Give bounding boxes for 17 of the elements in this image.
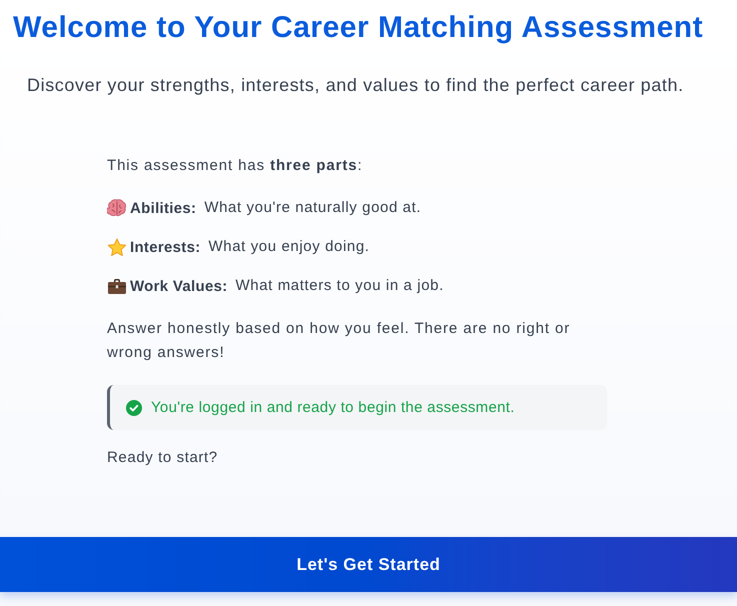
part-label: Work Values: bbox=[130, 277, 228, 297]
brain-icon bbox=[107, 199, 127, 217]
page-title: Welcome to Your Career Matching Assessment bbox=[13, 11, 704, 45]
part-label: Interests: bbox=[130, 238, 201, 258]
status-message: You're logged in and ready to begin the assessment. bbox=[151, 398, 515, 418]
part-description: What matters to you in a job. bbox=[236, 276, 444, 296]
start-button[interactable]: Let's Get Started bbox=[0, 537, 737, 592]
briefcase-icon bbox=[107, 278, 127, 294]
star-icon bbox=[107, 238, 127, 256]
check-circle-icon bbox=[126, 400, 142, 416]
part-description: What you enjoy doing. bbox=[208, 237, 370, 257]
instruction-text: Answer honestly based on how you feel. There are no right or wrong answers! bbox=[107, 319, 572, 363]
intro-text: This assessment has three parts: bbox=[107, 156, 363, 176]
prompt-text: Ready to start? bbox=[107, 448, 218, 468]
part-description: What you're naturally good at. bbox=[204, 198, 422, 218]
subtitle: Discover your strengths, interests, and values to find the perfect career path. bbox=[27, 74, 684, 97]
part-label: Abilities: bbox=[130, 199, 196, 219]
